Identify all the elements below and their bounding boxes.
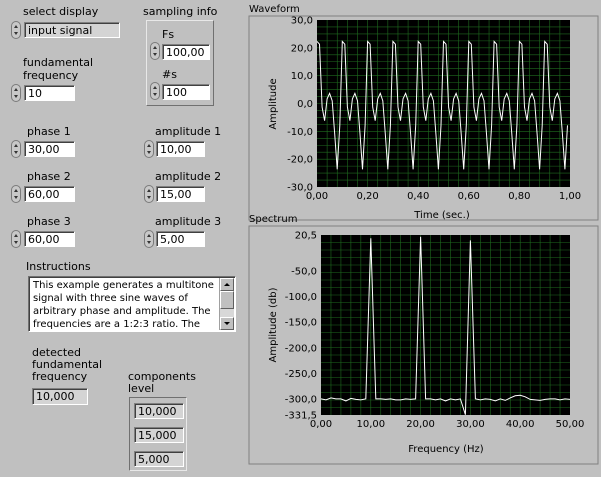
waveform-ylabel: Amplitude (268, 78, 279, 129)
x-tick-label: 10,00 (356, 419, 385, 430)
x-tick-label: 40,00 (506, 419, 535, 430)
x-tick-label: 0,00 (310, 419, 332, 430)
spectrum-title: Spectrum (249, 214, 297, 225)
waveform-xlabel: Time (sec.) (413, 210, 470, 221)
graphs-layer: Waveform 30,020,010,00,0-10,0-20,0-30,0 … (248, 4, 599, 465)
y-tick-label: 0,0 (297, 99, 313, 110)
x-tick-label: 30,00 (456, 419, 485, 430)
x-tick-label: 0,80 (508, 191, 530, 202)
y-tick-label: -300,0 (285, 394, 317, 405)
x-tick-label: 20,00 (406, 419, 435, 430)
x-tick-label: 1,00 (559, 191, 581, 202)
x-tick-label: 0,60 (458, 191, 480, 202)
spectrum-xlabel: Frequency (Hz) (408, 444, 484, 455)
y-tick-label: -20,0 (287, 155, 313, 166)
x-tick-label: 50,00 (556, 419, 585, 430)
y-tick-label: 20,5 (295, 231, 317, 242)
x-tick-label: 0,20 (356, 191, 378, 202)
spectrum-ylabel: Amplitude (db) (268, 287, 279, 362)
y-tick-label: 30,0 (291, 16, 313, 27)
y-tick-label: -200,0 (285, 343, 317, 354)
x-tick-label: 0,00 (306, 191, 328, 202)
y-tick-label: 10,0 (291, 71, 313, 82)
y-tick-label: -10,0 (287, 127, 313, 138)
waveform-title: Waveform (249, 4, 300, 15)
y-tick-label: -100,0 (285, 292, 317, 303)
y-tick-label: -150,0 (285, 318, 317, 329)
y-tick-label: -50,0 (291, 267, 317, 278)
y-tick-label: -250,0 (285, 369, 317, 380)
y-tick-label: 20,0 (291, 43, 313, 54)
x-tick-label: 0,40 (407, 191, 429, 202)
